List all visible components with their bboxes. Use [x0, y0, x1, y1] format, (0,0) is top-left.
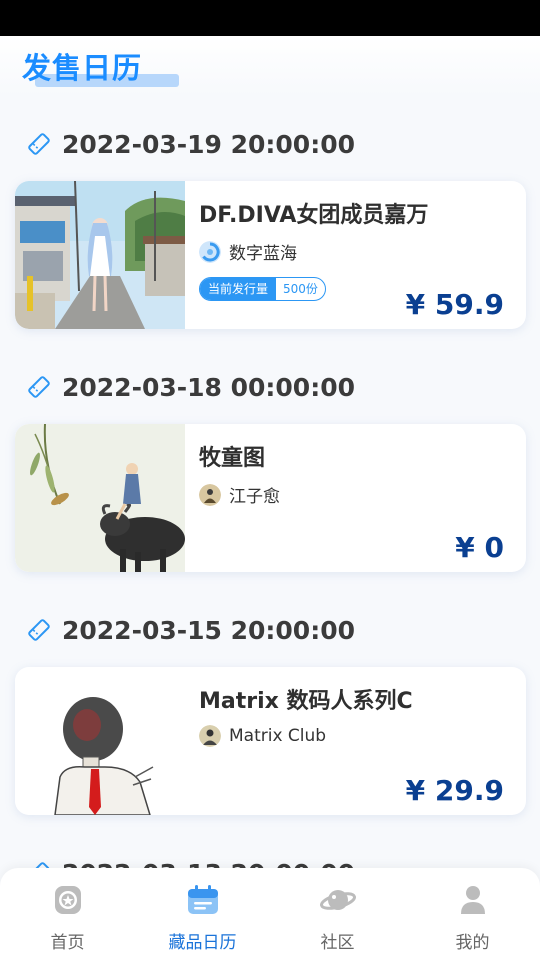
tab-home[interactable]: 首页 [0, 882, 135, 953]
collectible-card[interactable]: DF.DIVA女团成员嘉万 数字蓝海 当前发行量 500份 ¥ 59.9 [15, 181, 526, 329]
tab-profile[interactable]: 我的 [405, 882, 540, 953]
release-date-row: 2022-03-15 20:00:00 [26, 613, 355, 647]
home-badge-icon [54, 886, 81, 914]
price: ¥ 0 [455, 531, 504, 564]
bottom-tab-bar: 首页 藏品日历 社区 我的 [0, 868, 540, 960]
collectible-title: 牧童图 [199, 446, 266, 471]
planet-icon [319, 890, 356, 910]
issue-count-badge: 当前发行量 500份 [199, 277, 326, 301]
creator-name: 江子愈 [229, 487, 280, 507]
collectible-card[interactable]: Matrix 数码人系列C Matrix Club ¥ 29.9 [15, 667, 526, 815]
release-date: 2022-03-15 20:00:00 [62, 615, 355, 645]
ticket-icon [28, 133, 50, 155]
price: ¥ 59.9 [405, 288, 504, 321]
ticket-icon [28, 619, 50, 641]
release-calendar-page[interactable]: 发售日历 2022-03-19 20:00:00 DF.DIVA女团成员嘉万 数… [0, 36, 540, 960]
calendar-icon [187, 885, 218, 914]
creator-name: 数字蓝海 [229, 244, 297, 264]
collectible-title: Matrix 数码人系列C [199, 689, 413, 714]
creator-info[interactable]: 江子愈 [199, 482, 280, 507]
price: ¥ 29.9 [405, 774, 504, 807]
page-header: 发售日历 [22, 48, 179, 92]
status-bar [0, 0, 540, 36]
tab-label: 首页 [50, 933, 85, 953]
tab-calendar[interactable]: 藏品日历 [135, 882, 270, 953]
creator-name: Matrix Club [229, 726, 327, 746]
ticket-icon [28, 376, 50, 398]
tab-label: 藏品日历 [168, 933, 237, 953]
collectible-card[interactable]: 牧童图 江子愈 ¥ 0 [15, 424, 526, 572]
collectible-thumbnail [15, 424, 185, 572]
tab-label: 我的 [455, 933, 490, 953]
collectible-thumbnail [15, 667, 185, 815]
creator-info[interactable]: Matrix Club [199, 725, 326, 747]
badge-value: 500份 [283, 282, 318, 296]
tab-label: 社区 [320, 933, 355, 953]
user-icon [460, 886, 485, 914]
collectible-title: DF.DIVA女团成员嘉万 [199, 203, 429, 228]
creator-info[interactable]: 数字蓝海 [199, 239, 297, 264]
creator-avatar [199, 483, 221, 506]
creator-avatar [199, 725, 221, 747]
tab-community[interactable]: 社区 [270, 882, 405, 953]
release-date-row: 2022-03-18 00:00:00 [26, 370, 355, 404]
release-date-row: 2022-03-19 20:00:00 [26, 127, 355, 161]
creator-avatar [199, 240, 221, 263]
release-date: 2022-03-19 20:00:00 [62, 129, 355, 159]
page-title: 发售日历 [22, 51, 143, 85]
badge-label: 当前发行量 [200, 278, 277, 300]
release-date: 2022-03-18 00:00:00 [62, 372, 355, 402]
collectible-thumbnail [15, 181, 185, 329]
